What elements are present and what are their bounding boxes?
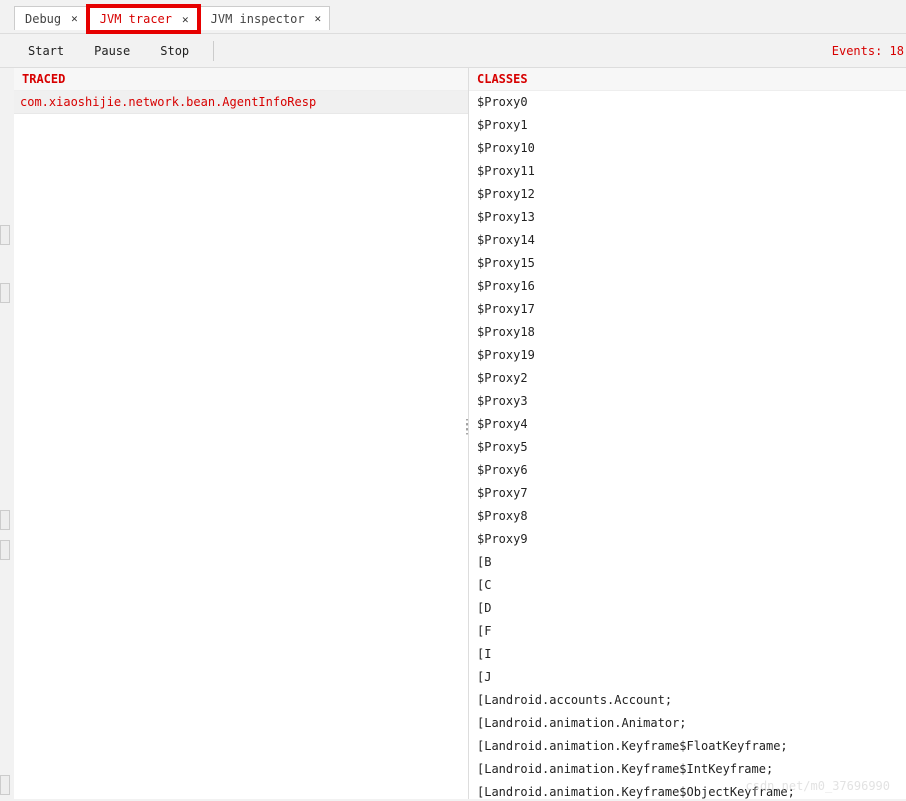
class-item[interactable]: $Proxy19 — [469, 344, 906, 367]
class-item[interactable]: [B — [469, 551, 906, 574]
class-item[interactable]: [F — [469, 620, 906, 643]
class-item[interactable]: $Proxy9 — [469, 528, 906, 551]
sidebar-toggle[interactable] — [0, 510, 10, 530]
tab-label: Debug — [25, 12, 61, 26]
class-item[interactable]: [Landroid.animation.Animator; — [469, 712, 906, 735]
main-area: TRACED com.xiaoshijie.network.bean.Agent… — [14, 68, 906, 799]
close-icon[interactable]: ✕ — [315, 12, 322, 25]
traced-item[interactable]: com.xiaoshijie.network.bean.AgentInfoRes… — [14, 91, 468, 114]
class-item[interactable]: $Proxy17 — [469, 298, 906, 321]
sidebar-toggle[interactable] — [0, 775, 10, 795]
class-item[interactable]: $Proxy0 — [469, 91, 906, 114]
class-item[interactable]: $Proxy1 — [469, 114, 906, 137]
sidebar-toggle[interactable] — [0, 540, 10, 560]
class-item[interactable]: $Proxy18 — [469, 321, 906, 344]
class-item[interactable]: $Proxy10 — [469, 137, 906, 160]
class-item[interactable]: [Landroid.animation.Keyframe$ObjectKeyfr… — [469, 781, 906, 799]
close-icon[interactable]: ✕ — [71, 12, 78, 25]
class-item[interactable]: [J — [469, 666, 906, 689]
traced-list: com.xiaoshijie.network.bean.AgentInfoRes… — [14, 91, 468, 114]
class-item[interactable]: $Proxy4 — [469, 413, 906, 436]
class-item[interactable]: [Landroid.animation.Keyframe$IntKeyframe… — [469, 758, 906, 781]
classes-panel: ⋮⋮ CLASSES $Proxy0$Proxy1$Proxy10$Proxy1… — [469, 68, 906, 799]
sidebar-toggle[interactable] — [0, 225, 10, 245]
class-item[interactable]: $Proxy2 — [469, 367, 906, 390]
class-item[interactable]: $Proxy11 — [469, 160, 906, 183]
classes-header: CLASSES — [469, 68, 906, 91]
class-item[interactable]: $Proxy6 — [469, 459, 906, 482]
start-button[interactable]: Start — [16, 40, 76, 62]
traced-header: TRACED — [14, 68, 468, 91]
events-count: Events: 18 — [832, 44, 906, 58]
class-item[interactable]: $Proxy5 — [469, 436, 906, 459]
tab-debug[interactable]: Debug ✕ — [14, 6, 87, 30]
class-item[interactable]: $Proxy12 — [469, 183, 906, 206]
class-item[interactable]: [I — [469, 643, 906, 666]
toolbar: Start Pause Stop Events: 18 — [0, 34, 906, 68]
tab-label: JVM tracer — [100, 12, 172, 26]
pause-button[interactable]: Pause — [82, 40, 142, 62]
class-item[interactable]: $Proxy3 — [469, 390, 906, 413]
class-item[interactable]: $Proxy13 — [469, 206, 906, 229]
class-item[interactable]: [C — [469, 574, 906, 597]
class-item[interactable]: $Proxy8 — [469, 505, 906, 528]
splitter-handle[interactable]: ⋮⋮ — [460, 423, 468, 431]
close-icon[interactable]: ✕ — [182, 13, 189, 26]
sidebar-toggle[interactable] — [0, 283, 10, 303]
tab-bar: Debug ✕ JVM tracer ✕ JVM inspector ✕ — [0, 0, 906, 34]
class-item[interactable]: $Proxy7 — [469, 482, 906, 505]
separator — [213, 41, 214, 61]
class-item[interactable]: $Proxy15 — [469, 252, 906, 275]
classes-list[interactable]: $Proxy0$Proxy1$Proxy10$Proxy11$Proxy12$P… — [469, 91, 906, 799]
class-item[interactable]: [Landroid.animation.Keyframe$FloatKeyfra… — [469, 735, 906, 758]
tab-label: JVM inspector — [211, 12, 305, 26]
class-item[interactable]: [Landroid.accounts.Account; — [469, 689, 906, 712]
class-item[interactable]: $Proxy16 — [469, 275, 906, 298]
traced-panel: TRACED com.xiaoshijie.network.bean.Agent… — [14, 68, 469, 799]
class-item[interactable]: $Proxy14 — [469, 229, 906, 252]
tab-jvm-tracer[interactable]: JVM tracer ✕ — [86, 4, 201, 34]
class-item[interactable]: [D — [469, 597, 906, 620]
tab-jvm-inspector[interactable]: JVM inspector ✕ — [200, 6, 331, 30]
stop-button[interactable]: Stop — [148, 40, 201, 62]
